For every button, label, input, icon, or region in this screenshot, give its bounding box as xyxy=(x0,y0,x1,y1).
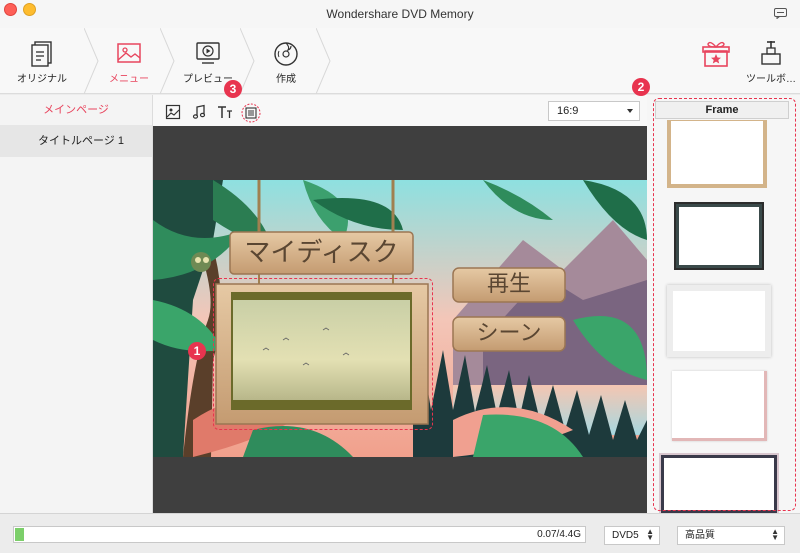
step-menu-label: メニュー xyxy=(109,74,149,85)
feedback-icon[interactable] xyxy=(774,8,787,19)
chevron-down-icon xyxy=(627,109,633,113)
callout-badge-2: 2 xyxy=(632,78,650,96)
title-page-item[interactable]: タイトルページ 1 xyxy=(0,125,152,157)
frame-panel-header: Frame xyxy=(655,101,789,119)
callout-badge-3: 3 xyxy=(224,80,242,98)
disc-capacity-text: 0.07/4.4G xyxy=(537,529,581,540)
frame-option-white[interactable] xyxy=(667,285,771,357)
disc-type-select[interactable]: DVD5 ▲ ▼ xyxy=(604,526,660,545)
title-bar: Wondershare DVD Memory xyxy=(0,0,800,28)
step-separator xyxy=(240,28,255,94)
chapter-list-icon[interactable] xyxy=(241,103,261,123)
frame-option-wood[interactable] xyxy=(667,120,767,188)
aspect-ratio-value: 16:9 xyxy=(557,105,579,117)
aspect-ratio-select[interactable]: 16:9 xyxy=(548,101,640,121)
document-icon xyxy=(31,41,52,67)
disc-burn-icon xyxy=(274,42,298,66)
up-down-arrows-icon: ▲ ▼ xyxy=(771,527,779,542)
step-original-label: オリジナル xyxy=(17,74,67,85)
step-original[interactable]: オリジナル xyxy=(0,28,84,94)
frame-option-pink-corner[interactable] xyxy=(672,371,767,441)
menu-title-text[interactable]: マイディスク xyxy=(230,232,413,274)
frame-option-vine[interactable] xyxy=(674,202,764,270)
main-page-item[interactable]: メインページ xyxy=(0,95,152,125)
toolbox-button[interactable]: ツールボ… xyxy=(742,28,800,94)
window-title: Wondershare DVD Memory xyxy=(326,7,474,21)
music-note-icon[interactable] xyxy=(191,104,207,120)
step-menu[interactable]: メニュー xyxy=(98,28,160,94)
gift-box-icon[interactable] xyxy=(700,38,732,70)
toolbox-label: ツールボ… xyxy=(746,74,796,85)
page-list-panel: メインページ タイトルページ 1 xyxy=(0,95,153,513)
menu-template-background: マイディスク 再生 シーン xyxy=(153,180,647,457)
thumbnail-highlight xyxy=(213,278,433,430)
background-image-icon[interactable] xyxy=(165,104,181,120)
disc-capacity-fill xyxy=(15,528,24,541)
step-burn[interactable]: 作成 xyxy=(256,28,316,94)
toolbox-icon xyxy=(761,41,781,65)
up-down-arrows-icon: ▲ ▼ xyxy=(646,527,654,542)
status-bar: 0.07/4.4G DVD5 ▲ ▼ 高品質 ▲ ▼ xyxy=(0,513,800,553)
step-separator xyxy=(316,28,331,94)
play-menu-button[interactable]: 再生 xyxy=(453,268,565,302)
play-monitor-icon xyxy=(196,42,220,64)
step-burn-label: 作成 xyxy=(276,74,296,85)
callout-badge-1: 1 xyxy=(188,342,206,360)
text-tool-icon[interactable] xyxy=(217,104,233,120)
menu-preview-canvas: マイディスク 再生 シーン xyxy=(153,126,647,513)
editor-toolbar: 16:9 xyxy=(153,95,647,126)
frame-panel: Frame xyxy=(647,95,800,513)
disc-type-value: DVD5 xyxy=(612,530,639,541)
step-separator xyxy=(160,28,175,94)
image-icon xyxy=(117,43,141,63)
main-toolbar: オリジナル メニュー プレビュー 作成 ツールボ… xyxy=(0,28,800,94)
quality-select[interactable]: 高品質 ▲ ▼ xyxy=(677,526,785,545)
disc-capacity-bar: 0.07/4.4G xyxy=(13,526,586,543)
quality-value: 高品質 xyxy=(685,530,715,541)
scenes-menu-button[interactable]: シーン xyxy=(453,317,565,351)
frame-option-dark[interactable] xyxy=(661,455,777,513)
